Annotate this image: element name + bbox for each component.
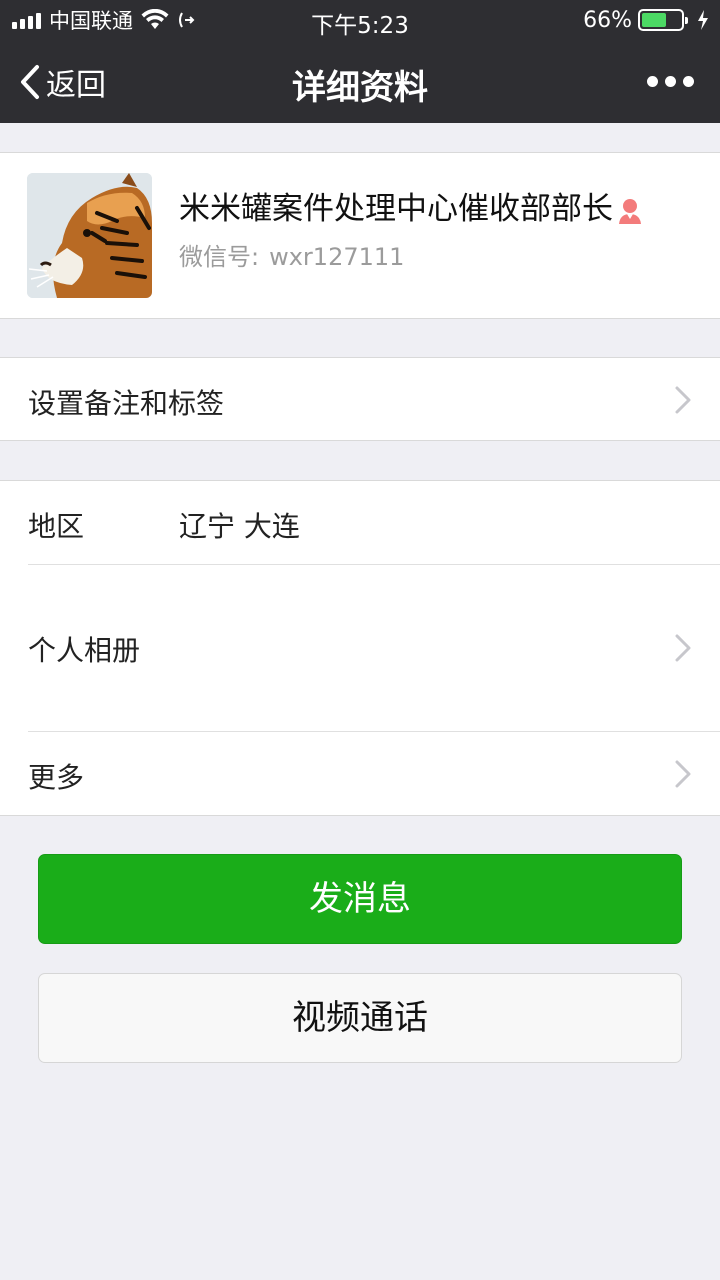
- battery-percent: 66%: [583, 7, 632, 33]
- send-message-button[interactable]: 发消息: [38, 854, 682, 944]
- profile-card: 米米罐案件处理中心催收部部长 微信号: wxr127111: [0, 152, 720, 319]
- nickname: 米米罐案件处理中心催收部部长: [179, 183, 643, 228]
- personal-album-row[interactable]: 个人相册: [0, 565, 720, 731]
- remark-tags-row[interactable]: 设置备注和标签: [0, 357, 720, 441]
- wechat-id: 微信号: wxr127111: [179, 237, 404, 272]
- header: 中国联通 下午5:23 66% 返回 详细资料: [0, 0, 720, 123]
- chevron-right-icon: [675, 760, 691, 788]
- avatar[interactable]: [27, 173, 152, 298]
- region-label: 地区: [28, 510, 85, 543]
- more-row[interactable]: 更多: [0, 732, 720, 816]
- chevron-right-icon: [675, 386, 691, 414]
- status-bar: 中国联通 下午5:23 66%: [0, 0, 720, 40]
- tiger-avatar-image: [27, 173, 152, 298]
- wechat-id-label: 微信号:: [179, 243, 260, 271]
- nav-bar: 返回 详细资料: [0, 40, 720, 123]
- battery-fill: [642, 13, 666, 27]
- more-label: 更多: [28, 761, 85, 794]
- wechat-id-value: wxr127111: [269, 243, 405, 271]
- personal-album-label: 个人相册: [28, 634, 141, 667]
- more-options-icon[interactable]: [647, 76, 694, 87]
- region-value: 辽宁 大连: [179, 510, 300, 543]
- nickname-text: 米米罐案件处理中心催收部部长: [179, 191, 613, 227]
- status-right: 66%: [583, 6, 710, 34]
- info-group: 地区 辽宁 大连 个人相册 更多: [0, 480, 720, 816]
- charging-bolt-icon: [698, 10, 708, 30]
- region-row: 地区 辽宁 大连: [0, 481, 720, 564]
- page-title: 详细资料: [292, 68, 428, 108]
- video-call-button[interactable]: 视频通话: [38, 973, 682, 1063]
- remark-tags-label: 设置备注和标签: [28, 387, 225, 420]
- chevron-right-icon: [675, 634, 691, 662]
- battery-icon: [638, 9, 688, 31]
- female-gender-icon: [619, 198, 641, 224]
